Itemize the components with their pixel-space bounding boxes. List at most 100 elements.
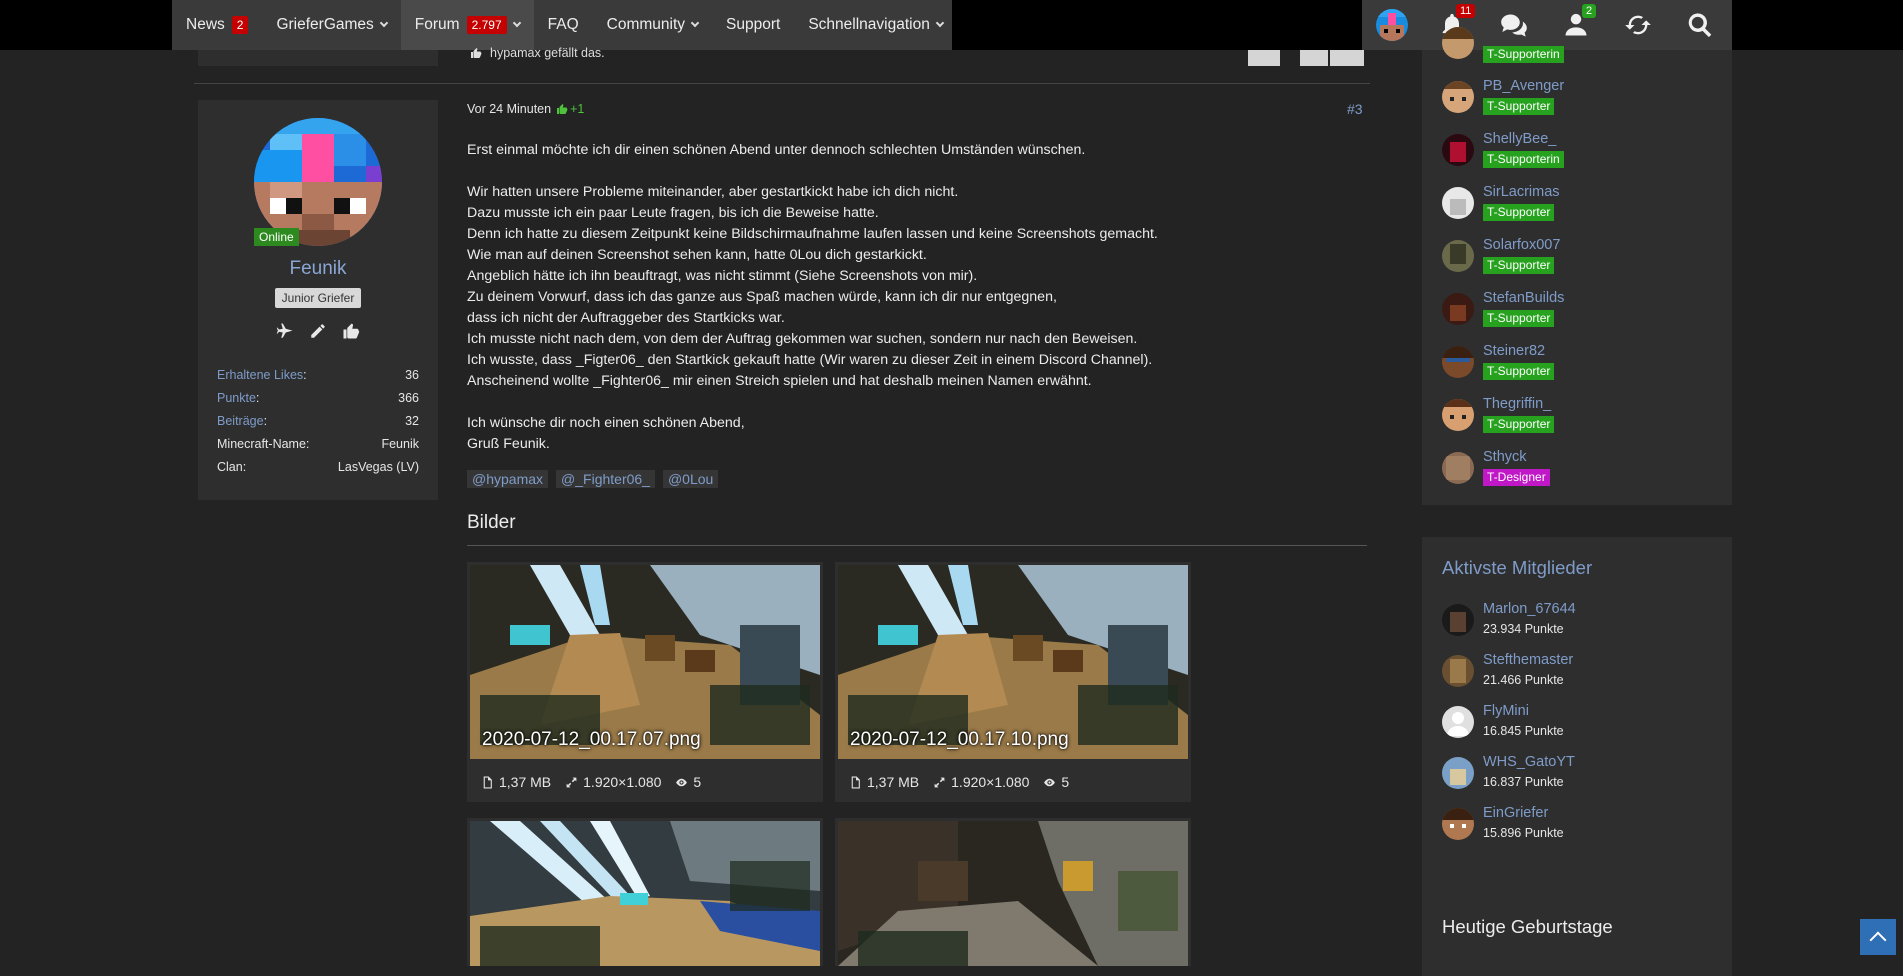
- dimensions-value: 1.920×1.080: [951, 774, 1030, 790]
- attachment-thumbnail[interactable]: [470, 821, 820, 966]
- nav-support-label: Support: [726, 16, 781, 33]
- team-member-role-text: T-Supporter: [1487, 258, 1551, 272]
- quote-button[interactable]: [1300, 50, 1328, 66]
- minecraft-screenshot-image: [470, 821, 820, 966]
- team-online-box: T-Supporterin PB_Avenger T-Supporter She…: [1422, 27, 1732, 505]
- attachment-card[interactable]: 2020-07-12_00.17.07.png 1,37 MB 1.920×1.…: [467, 562, 823, 802]
- team-member-role-text: T-Supporter: [1487, 364, 1551, 378]
- chevron-up-icon: [1869, 931, 1887, 949]
- team-member[interactable]: T-Supporterin: [1442, 24, 1712, 74]
- attachment-thumbnail[interactable]: [838, 821, 1188, 966]
- stat-key-posts[interactable]: Beiträge: [217, 414, 267, 437]
- stat-value: 366: [398, 391, 419, 405]
- thumbs-up-icon[interactable]: [342, 322, 360, 340]
- mention-link[interactable]: @0Lou: [662, 470, 719, 488]
- post-text-line: Zu deinem Vorwurf, dass ich das ganze au…: [467, 289, 1057, 305]
- nav-news[interactable]: News 2: [172, 0, 262, 50]
- stat-key-likes[interactable]: Erhaltene Likes: [217, 368, 307, 391]
- mention-link[interactable]: @hypamax: [467, 470, 549, 488]
- member-points: 21.466 Punkte: [1483, 673, 1564, 687]
- attachment-thumbnail[interactable]: 2020-07-12_00.17.10.png: [838, 565, 1188, 759]
- active-member[interactable]: WHS_GatoYT 16.837 Punkte: [1442, 754, 1712, 800]
- pencil-icon[interactable]: [309, 322, 327, 340]
- post-text-line: Gruß Feunik.: [467, 436, 550, 452]
- team-member-name[interactable]: PB_Avenger: [1483, 78, 1564, 94]
- team-member-role: T-Supporter: [1483, 204, 1555, 221]
- author-avatar[interactable]: [254, 118, 382, 246]
- attachment-card[interactable]: 2020-07-12_00.17.10.png 1,37 MB 1.920×1.…: [835, 562, 1191, 802]
- team-member-name[interactable]: Sthyck: [1483, 449, 1527, 465]
- author-name[interactable]: Feunik: [198, 258, 438, 280]
- team-member-role-text: T-Supporter: [1487, 99, 1551, 113]
- user-avatar-button[interactable]: [1362, 0, 1422, 50]
- team-member-avatar: [1442, 346, 1474, 378]
- plane-icon[interactable]: [276, 322, 294, 340]
- team-member-role: T-Designer: [1483, 469, 1550, 486]
- attachment-thumbnail[interactable]: 2020-07-12_00.17.07.png: [470, 565, 820, 759]
- main-menu: News 2 GrieferGames Forum 2.797 FAQ Comm…: [172, 0, 952, 50]
- member-name[interactable]: EinGriefer: [1483, 805, 1548, 821]
- team-member[interactable]: Sthyck T-Designer: [1442, 449, 1712, 499]
- post-text-line: Wir hatten unsere Probleme miteinander, …: [467, 184, 959, 200]
- team-member-name[interactable]: SirLacrimas: [1483, 184, 1560, 200]
- active-member[interactable]: Marlon_67644 23.934 Punkte: [1442, 601, 1712, 647]
- file-size-value: 1,37 MB: [867, 774, 920, 790]
- team-member-avatar: [1442, 399, 1474, 431]
- active-members-title[interactable]: Aktivste Mitglieder: [1442, 557, 1592, 579]
- team-member-name[interactable]: Thegriffin_: [1483, 396, 1551, 412]
- dimensions-value: 1.920×1.080: [583, 774, 662, 790]
- team-member[interactable]: SirLacrimas T-Supporter: [1442, 184, 1712, 234]
- attachment-filename: 2020-07-12_00.17.10.png: [850, 729, 1069, 750]
- friends-badge: 2: [1582, 4, 1597, 18]
- nav-news-label: News: [186, 16, 225, 33]
- like-button[interactable]: [1330, 50, 1364, 66]
- mention-link[interactable]: @_Fighter06_: [556, 470, 655, 488]
- nav-schnellnavigation[interactable]: Schnellnavigation: [794, 0, 957, 50]
- member-name[interactable]: Stefthemaster: [1483, 652, 1573, 668]
- nav-support[interactable]: Support: [712, 0, 794, 50]
- post-number-link[interactable]: #3: [1347, 101, 1363, 117]
- team-member-avatar: [1442, 187, 1474, 219]
- member-name[interactable]: Marlon_67644: [1483, 601, 1576, 617]
- nav-griefergames[interactable]: GrieferGames: [262, 0, 400, 50]
- team-member-name[interactable]: ShellyBee_: [1483, 131, 1556, 147]
- file-icon: [483, 776, 492, 788]
- member-points: 23.934 Punkte: [1483, 622, 1564, 636]
- team-member[interactable]: StefanBuilds T-Supporter: [1442, 290, 1712, 340]
- active-member[interactable]: EinGriefer 15.896 Punkte: [1442, 805, 1712, 851]
- nav-faq[interactable]: FAQ: [534, 0, 593, 50]
- news-count-badge: 2: [231, 16, 249, 34]
- scroll-to-top-button[interactable]: [1860, 919, 1896, 955]
- team-member[interactable]: ShellyBee_ T-Supporterin: [1442, 131, 1712, 181]
- report-button[interactable]: [1248, 50, 1280, 66]
- member-name[interactable]: WHS_GatoYT: [1483, 754, 1575, 770]
- post-time[interactable]: Vor 24 Minuten: [467, 102, 551, 116]
- team-member[interactable]: PB_Avenger T-Supporter: [1442, 78, 1712, 128]
- chevron-down-icon: [379, 18, 389, 28]
- file-size: 1,37 MB: [481, 774, 551, 790]
- team-member-avatar: [1442, 240, 1474, 272]
- team-member-name[interactable]: Steiner82: [1483, 343, 1545, 359]
- team-member[interactable]: Solarfox007 T-Supporter: [1442, 237, 1712, 287]
- active-member[interactable]: Stefthemaster 21.466 Punkte: [1442, 652, 1712, 698]
- active-member[interactable]: FlyMini 16.845 Punkte: [1442, 703, 1712, 749]
- attachment-card[interactable]: [835, 818, 1191, 966]
- team-member[interactable]: Steiner82 T-Supporter: [1442, 343, 1712, 393]
- team-member-name[interactable]: Solarfox007: [1483, 237, 1560, 253]
- team-member-role-text: T-Supporterin: [1487, 47, 1560, 61]
- team-member-name[interactable]: StefanBuilds: [1483, 290, 1564, 306]
- stat-key-points[interactable]: Punkte: [217, 391, 259, 414]
- nav-community[interactable]: Community: [593, 0, 712, 50]
- chevron-down-icon: [935, 18, 945, 28]
- team-member-role: T-Supporterin: [1483, 46, 1564, 63]
- post-likes-value: +1: [570, 102, 585, 116]
- eye-icon: [1044, 778, 1056, 786]
- online-badge: Online: [254, 228, 299, 246]
- team-member-role-text: T-Supporter: [1487, 205, 1551, 219]
- post-text-line: Wie man auf deinen Screenshot sehen kann…: [467, 247, 927, 263]
- nav-forum[interactable]: Forum 2.797: [400, 0, 534, 50]
- member-name[interactable]: FlyMini: [1483, 703, 1529, 719]
- team-member[interactable]: Thegriffin_ T-Supporter: [1442, 396, 1712, 446]
- attachment-card[interactable]: [467, 818, 823, 966]
